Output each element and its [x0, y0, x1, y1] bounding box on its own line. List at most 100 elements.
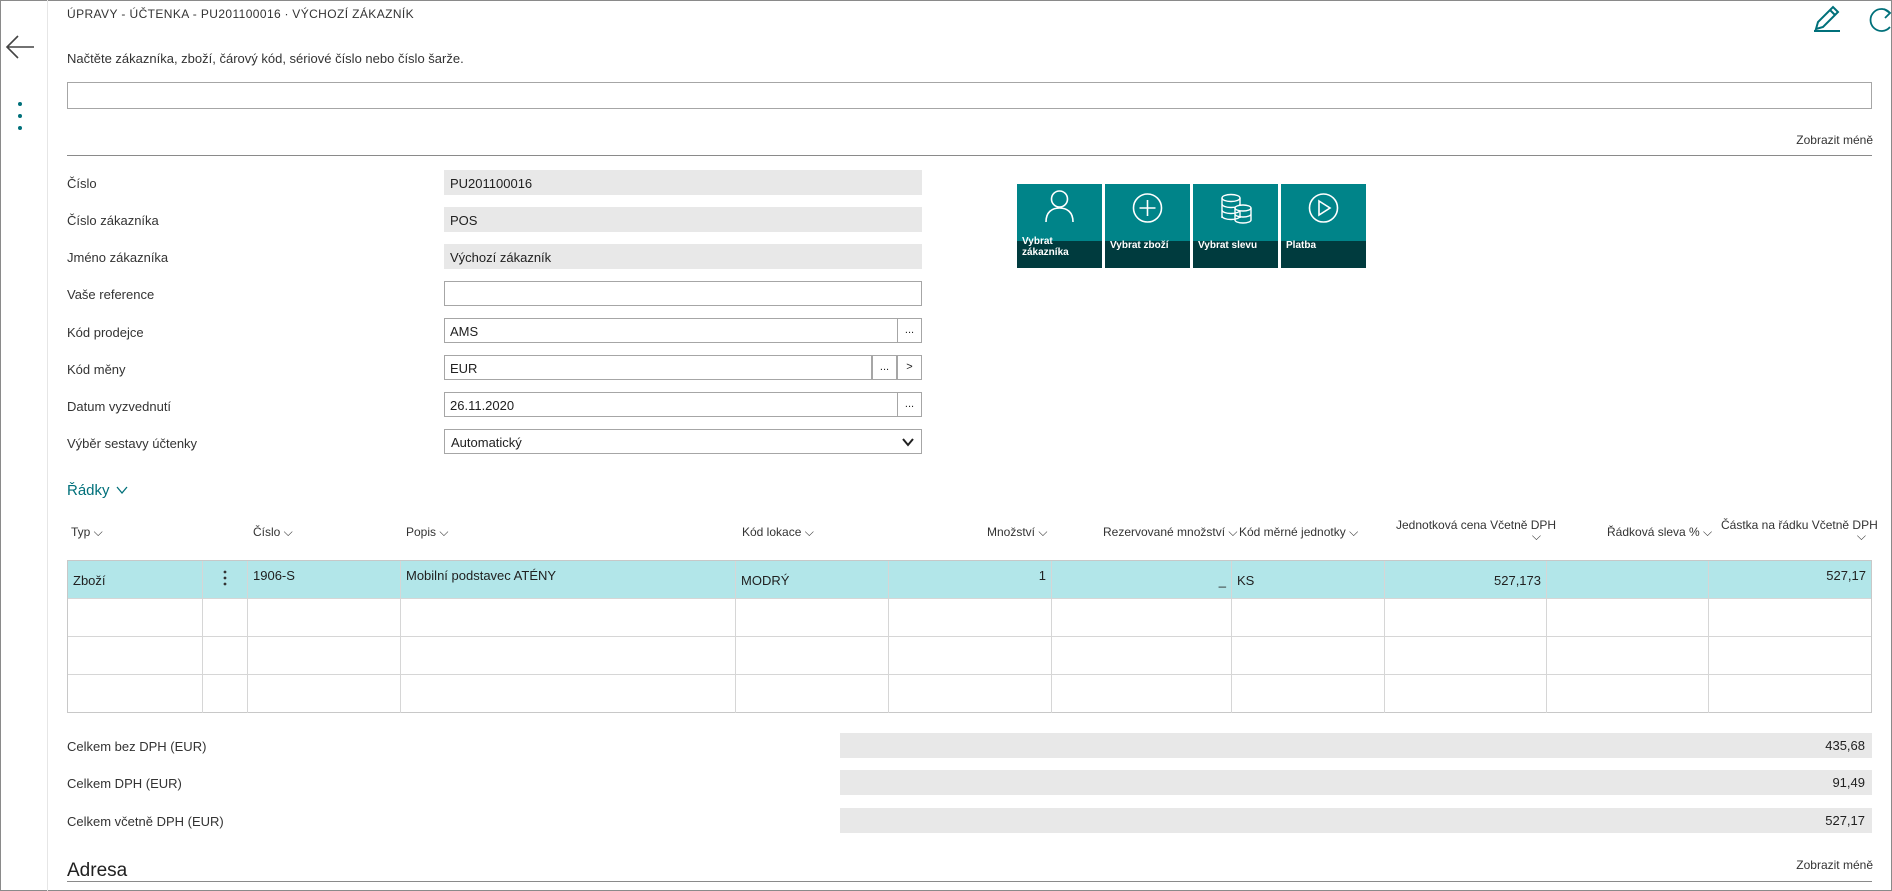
cell-empty[interactable]: [889, 599, 1052, 637]
cell-radkova-sleva[interactable]: [1547, 561, 1709, 599]
cell-empty[interactable]: [1547, 675, 1709, 713]
lines-section-title: Řádky: [67, 482, 110, 499]
cell-empty[interactable]: [203, 599, 248, 637]
row-actions-button[interactable]: [203, 561, 248, 599]
cell-empty[interactable]: [1232, 637, 1385, 675]
datum-vyzvednuti-field[interactable]: 26.11.2020: [444, 392, 898, 417]
vyber-sestavy-select[interactable]: Automatický: [444, 429, 922, 454]
tile-vybrat-zbozi[interactable]: Vybrat zboží: [1105, 184, 1190, 268]
vyber-sestavy-value: Automatický: [451, 435, 522, 450]
column-header-mnozstvi[interactable]: Množství ⌵: [987, 525, 1047, 540]
column-header-jedn-cena[interactable]: Jednotková cena Včetně DPH ⌵: [1396, 518, 1556, 542]
page-title: ÚPRAVY - ÚČTENKA - PU201100016 ∙ VÝCHOZÍ…: [67, 7, 415, 21]
back-arrow-icon: [5, 35, 34, 59]
edit-button[interactable]: [1810, 3, 1844, 33]
cell-empty[interactable]: [68, 599, 203, 637]
kod-meny-drilldown-button[interactable]: >: [897, 355, 922, 380]
more-actions-button[interactable]: [14, 100, 26, 134]
cell-typ[interactable]: Zboží: [68, 561, 203, 599]
cell-empty[interactable]: [1232, 599, 1385, 637]
field-label-jmeno-zakaznika: Jméno zákazníka: [67, 250, 169, 265]
cell-empty[interactable]: [889, 675, 1052, 713]
chevron-down-icon: [902, 438, 914, 447]
tile-vybrat-zakaznika[interactable]: Vybrat zákazníka: [1017, 184, 1102, 268]
plus-circle-icon: [1132, 193, 1163, 223]
address-show-less-link[interactable]: Zobrazit méně: [1796, 858, 1873, 872]
column-header-radkova-sleva[interactable]: Řádková sleva % ⌵: [1607, 525, 1712, 540]
cell-empty[interactable]: [1232, 675, 1385, 713]
cell-cislo[interactable]: 1906-S: [248, 561, 401, 599]
cell-empty[interactable]: [1052, 675, 1232, 713]
cell-empty[interactable]: [736, 675, 889, 713]
cell-kod-lokace[interactable]: MODRÝ: [736, 561, 889, 599]
cell-empty[interactable]: [1547, 599, 1709, 637]
tile-vybrat-slevu[interactable]: Vybrat slevu: [1193, 184, 1278, 268]
more-vertical-icon: [223, 570, 227, 586]
kod-meny-field[interactable]: EUR: [444, 355, 872, 380]
column-header-rezervovane[interactable]: Rezervované množství ⌵: [1103, 525, 1238, 540]
field-label-cislo: Číslo: [67, 176, 97, 191]
cell-empty[interactable]: [248, 599, 401, 637]
cell-empty[interactable]: [68, 675, 203, 713]
cell-empty[interactable]: [401, 637, 736, 675]
field-label-kod-prodejce: Kód prodejce: [67, 325, 144, 340]
column-header-popis[interactable]: Popis ⌵: [406, 525, 448, 540]
table-row[interactable]: [68, 599, 1871, 637]
cell-empty[interactable]: [1709, 675, 1871, 713]
cell-empty[interactable]: [68, 637, 203, 675]
cell-rezervovane[interactable]: _: [1052, 561, 1232, 599]
lines-section-toggle[interactable]: Řádky: [67, 482, 128, 499]
cell-mnozstvi[interactable]: 1: [889, 561, 1052, 599]
show-less-link[interactable]: Zobrazit méně: [1796, 133, 1873, 147]
column-header-cislo[interactable]: Číslo ⌵: [253, 525, 293, 540]
cell-empty[interactable]: [401, 599, 736, 637]
vase-reference-field[interactable]: [444, 281, 922, 306]
cell-empty[interactable]: [203, 675, 248, 713]
kod-prodejce-lookup-button[interactable]: ...: [897, 318, 922, 343]
cell-empty[interactable]: [1052, 637, 1232, 675]
tile-label: Vybrat zboží: [1110, 240, 1169, 251]
cell-empty[interactable]: [248, 637, 401, 675]
cell-empty[interactable]: [1385, 675, 1547, 713]
tile-platba[interactable]: Platba: [1281, 184, 1366, 268]
column-header-castka[interactable]: Částka na řádku Včetně DPH ⌵: [1721, 518, 1878, 542]
table-row[interactable]: Zboží 1906-S Mobilní podstavec ATÉNY MOD…: [68, 561, 1871, 599]
cell-empty[interactable]: [1547, 637, 1709, 675]
scan-input[interactable]: [67, 82, 1872, 109]
kod-meny-lookup-button[interactable]: ...: [872, 355, 897, 380]
edit-pencil-icon: [1814, 5, 1840, 32]
left-rail: [0, 0, 48, 891]
chevron-down-icon: [116, 486, 128, 495]
coins-icon: [1221, 193, 1252, 224]
cell-empty[interactable]: [1385, 599, 1547, 637]
tile-label: Vybrat zákazníka: [1022, 236, 1069, 258]
column-header-kod-merne[interactable]: Kód měrné jednotky ⌵: [1239, 525, 1358, 540]
back-button[interactable]: [4, 30, 38, 64]
cell-castka[interactable]: 527,17: [1709, 561, 1871, 599]
cell-kod-merne[interactable]: KS: [1232, 561, 1385, 599]
cell-empty[interactable]: [401, 675, 736, 713]
cell-empty[interactable]: [1709, 637, 1871, 675]
column-header-kod-lokace[interactable]: Kód lokace ⌵: [742, 525, 814, 540]
table-row[interactable]: [68, 637, 1871, 675]
cell-empty[interactable]: [203, 637, 248, 675]
cell-popis[interactable]: Mobilní podstavec ATÉNY: [401, 561, 736, 599]
cell-empty[interactable]: [248, 675, 401, 713]
cell-empty[interactable]: [736, 599, 889, 637]
column-header-typ[interactable]: Typ ⌵: [71, 525, 103, 540]
cell-empty[interactable]: [1709, 599, 1871, 637]
tile-label: Vybrat slevu: [1198, 240, 1258, 251]
datum-vyzvednuti-lookup-button[interactable]: ...: [897, 392, 922, 417]
cislo-zakaznika-field: POS: [444, 207, 922, 232]
cell-jedn-cena[interactable]: 527,173: [1385, 561, 1547, 599]
refresh-button[interactable]: [1864, 3, 1892, 37]
cell-empty[interactable]: [889, 637, 1052, 675]
tile-label: Platba: [1286, 240, 1317, 251]
cell-empty[interactable]: [736, 637, 889, 675]
table-row[interactable]: [68, 675, 1871, 713]
cell-empty[interactable]: [1052, 599, 1232, 637]
jmeno-zakaznika-field: Výchozí zákazník: [444, 244, 922, 269]
cell-empty[interactable]: [1385, 637, 1547, 675]
address-section-title[interactable]: Adresa: [67, 860, 127, 882]
kod-prodejce-field[interactable]: AMS: [444, 318, 898, 343]
